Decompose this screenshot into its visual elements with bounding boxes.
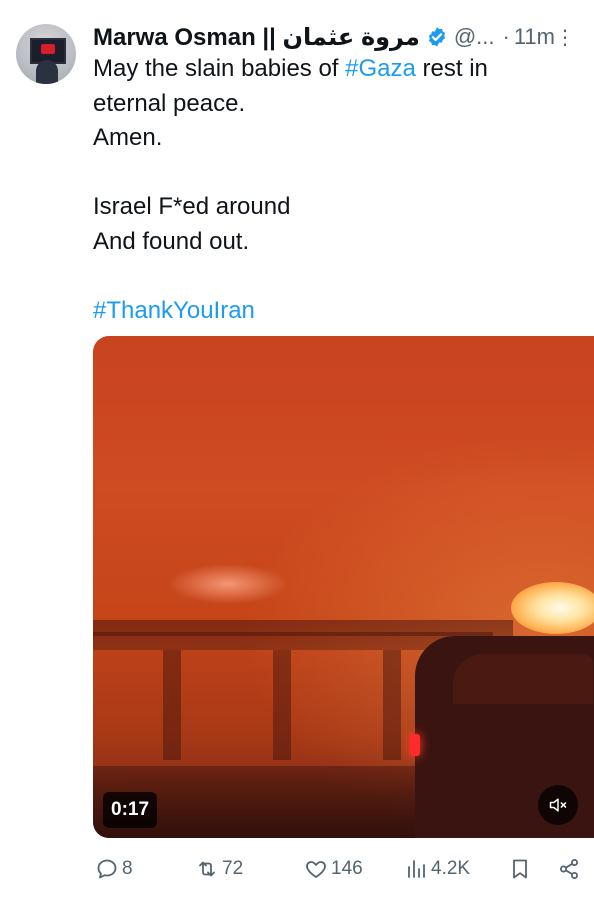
action-bar: 8 72 146 4.2K (93, 852, 583, 886)
tweet-text-segment: rest in (415, 55, 488, 82)
tweet-text-segment: And found out. (93, 227, 250, 255)
hashtag-link[interactable]: #ThankYouIran (93, 297, 255, 324)
tweet-text-line: And found out. (93, 225, 573, 260)
share-icon (560, 859, 578, 879)
author-handle[interactable]: @... (454, 24, 495, 50)
like-button[interactable]: 146 (304, 852, 363, 886)
mute-button[interactable] (538, 785, 578, 825)
repost-icon (199, 861, 215, 877)
bookmark-button[interactable] (508, 852, 532, 886)
like-count: 146 (331, 858, 363, 879)
views-button[interactable]: 4.2K (404, 852, 470, 886)
separator-dot: · (502, 24, 510, 49)
bookmark-icon (513, 859, 527, 879)
tweet-text-segment: eternal peace. (93, 89, 246, 117)
reply-count: 8 (122, 858, 133, 879)
tweet-text-line: #ThankYouIran (93, 294, 573, 329)
reply-icon (97, 859, 117, 879)
video-frame-fire (511, 582, 594, 634)
tweet-text-line: Amen. (93, 121, 573, 156)
timestamp[interactable]: 11m (514, 24, 555, 50)
tweet-text-line: eternal peace. (93, 87, 573, 122)
tweet-text-line: May the slain babies of #Gaza rest in (93, 52, 573, 87)
speaker-muted-icon (549, 798, 567, 812)
heart-icon (306, 861, 326, 878)
tweet-text-line (93, 259, 573, 294)
video-player[interactable] (93, 336, 594, 838)
tweet-text-segment: May the slain babies of (93, 55, 346, 82)
author-name[interactable]: Marwa Osman || مروة عثمان (93, 23, 420, 52)
tweet-text-segment: Israel F*ed around (93, 193, 291, 220)
video-duration-badge: 0:17 (103, 792, 158, 828)
tweet-text: May the slain babies of #Gaza rest in ete… (93, 52, 573, 328)
verified-badge-icon (428, 27, 445, 47)
tweet-text-line (93, 156, 573, 191)
repost-button[interactable]: 72 (195, 852, 243, 886)
reply-button[interactable]: 8 (95, 852, 133, 886)
repost-count: 72 (222, 858, 244, 879)
more-options-icon[interactable]: ⋮ (555, 25, 576, 50)
hashtag-link[interactable]: #Gaza (345, 55, 416, 82)
views-icon (408, 860, 425, 878)
tweet-text-segment: Amen. (93, 124, 163, 151)
avatar[interactable] (16, 24, 76, 84)
share-button[interactable] (557, 852, 581, 886)
tweet-text-line: Israel F*ed around (93, 190, 573, 225)
views-count: 4.2K (431, 858, 471, 879)
tweet-header: Marwa Osman || مروة عثمان @... · 11m ⋮ (93, 20, 576, 54)
